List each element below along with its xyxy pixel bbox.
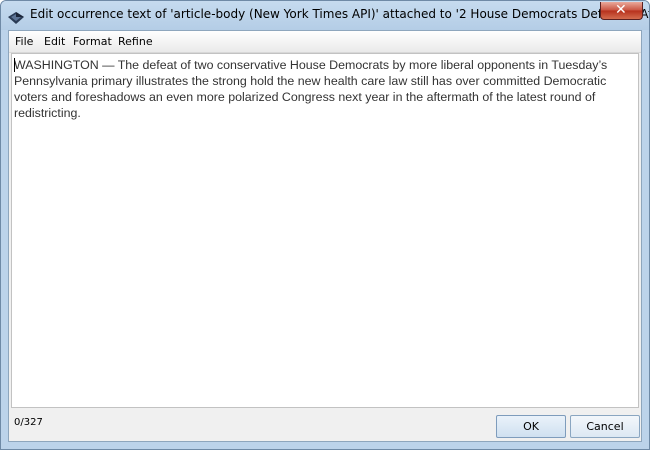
dialog-window: Edit occurrence text of 'article-body (N… bbox=[0, 0, 650, 450]
menu-bar: File Edit Format Refine bbox=[9, 31, 641, 53]
window-title: Edit occurrence text of 'article-body (N… bbox=[30, 7, 650, 21]
title-bar[interactable]: Edit occurrence text of 'article-body (N… bbox=[1, 1, 649, 30]
character-count: 0/327 bbox=[14, 417, 43, 428]
menu-format[interactable]: Format bbox=[73, 35, 112, 48]
text-caret bbox=[14, 58, 15, 72]
dialog-content: File Edit Format Refine WASHINGTON — The… bbox=[8, 30, 642, 442]
ok-button[interactable]: OK bbox=[496, 415, 566, 438]
menu-file[interactable]: File bbox=[15, 35, 33, 48]
menu-refine[interactable]: Refine bbox=[118, 35, 153, 48]
app-logo-icon bbox=[8, 9, 24, 24]
cancel-button[interactable]: Cancel bbox=[570, 415, 640, 438]
occurrence-text-editor[interactable]: WASHINGTON — The defeat of two conservat… bbox=[11, 53, 639, 408]
editor-text[interactable]: WASHINGTON — The defeat of two conservat… bbox=[14, 57, 624, 121]
close-icon: ✕ bbox=[615, 2, 627, 18]
menu-edit[interactable]: Edit bbox=[44, 35, 65, 48]
close-button[interactable]: ✕ bbox=[600, 2, 643, 20]
